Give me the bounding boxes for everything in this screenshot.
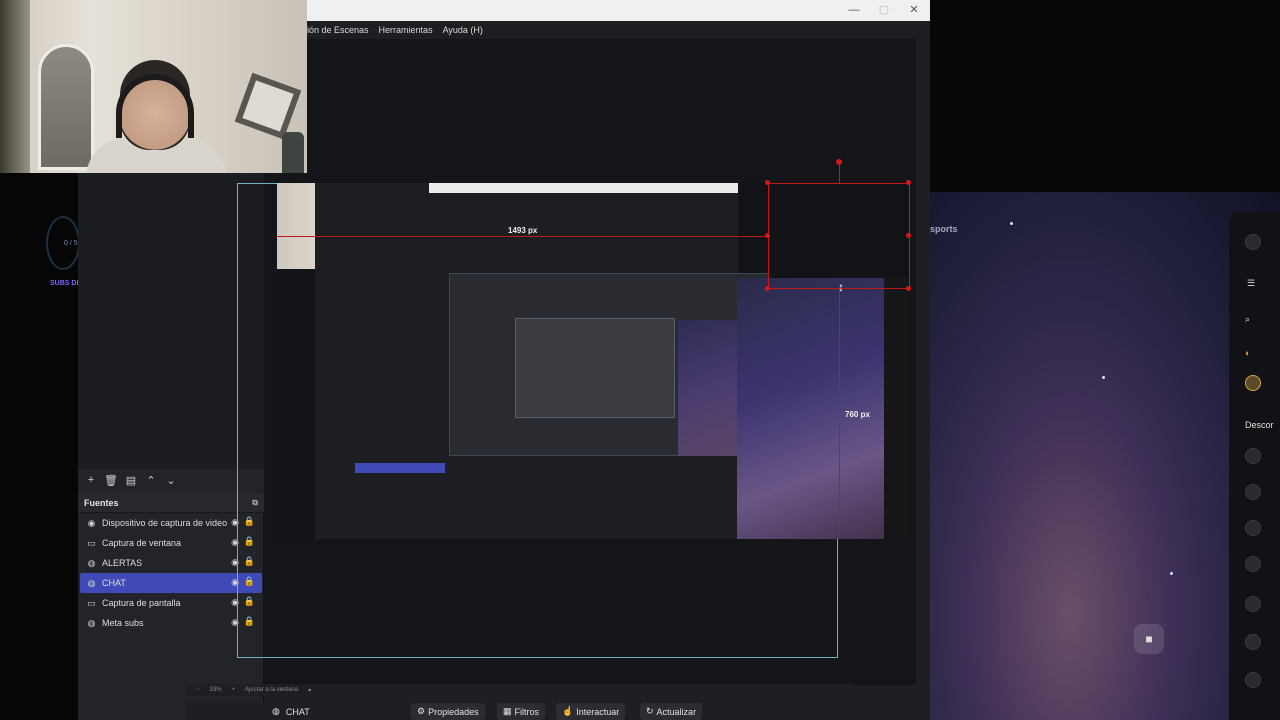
title-bar: — ▢ ✕ [307, 0, 930, 21]
avatar[interactable] [1245, 484, 1261, 500]
source-label: ALERTAS [102, 558, 143, 568]
zoom-level: 33% [209, 687, 222, 693]
avatar[interactable] [1245, 520, 1261, 536]
avatar[interactable] [1245, 596, 1261, 612]
properties-icon[interactable]: ▤ [124, 473, 138, 487]
filter-icon: ▦ [503, 706, 512, 716]
minimize-button[interactable]: — [844, 3, 864, 17]
selected-source: ◍ CHAT [272, 703, 310, 720]
avatar[interactable] [1245, 234, 1261, 250]
zoom-bar: − 33% + Ajustar a la ventana ▾ [186, 684, 852, 696]
avatar[interactable] [1245, 672, 1261, 688]
resize-handle[interactable] [906, 233, 911, 238]
chevron-down-icon[interactable]: ⌄ [164, 473, 178, 487]
filters-button[interactable]: ▦ Filtros [497, 703, 546, 720]
source-label: Captura de pantalla [102, 598, 181, 608]
monitor-icon: ▭ [87, 597, 96, 608]
nested-preview-inner [515, 318, 675, 418]
source-label: Meta subs [102, 618, 144, 628]
height-measurement: 760 px [845, 410, 870, 419]
right-user-panel[interactable]: ☰ ⌕ ◐ Descor [1229, 212, 1280, 720]
source-item-alerts[interactable]: ◍ ALERTAS ◉ 🔒 [80, 553, 262, 573]
source-item-video-capture[interactable]: ◉ Dispositivo de captura de video ◉ 🔒 [80, 513, 262, 533]
search-icon[interactable]: ⌕ [1245, 314, 1250, 325]
discover-label: Descor [1245, 420, 1274, 430]
source-item-meta-subs[interactable]: ◍ Meta subs ◉ 🔒 [80, 613, 262, 633]
source-item-chat[interactable]: ◍ CHAT ◉ 🔒 [80, 573, 262, 593]
source-item-screen-capture[interactable]: ▭ Captura de pantalla ◉ 🔒 [80, 593, 262, 613]
sports-label: sports [930, 224, 958, 234]
selected-source-label: CHAT [285, 706, 310, 717]
nested-source-list [355, 433, 445, 513]
rotate-handle-line [839, 164, 840, 184]
resize-cursor-icon: ↕ [838, 280, 844, 294]
width-measurement: 1493 px [508, 226, 538, 235]
chevron-up-icon[interactable]: ⌃ [144, 473, 158, 487]
resize-handle[interactable] [765, 286, 770, 291]
source-label: Dispositivo de captura de video [102, 518, 228, 528]
interact-icon: ☝ [562, 706, 574, 716]
source-list: ◉ Dispositivo de captura de video ◉ 🔒 ▭ … [80, 513, 262, 633]
properties-label: Propiedades [428, 706, 479, 717]
menu-bar: ión de Escenas Herramientas Ayuda (H) [307, 21, 930, 39]
menu-item-tools[interactable]: Herramientas [379, 25, 433, 35]
video-camera-icon[interactable]: ■ [1134, 624, 1164, 654]
zoom-in-icon[interactable]: + [232, 687, 236, 693]
globe-icon: ◍ [87, 577, 96, 588]
avatar[interactable] [1245, 375, 1261, 391]
resize-handle[interactable] [906, 180, 911, 185]
selection-border-top [768, 183, 910, 184]
avatar[interactable] [1245, 448, 1261, 464]
add-icon[interactable]: + [84, 473, 98, 487]
resize-handle[interactable] [906, 286, 911, 291]
source-label: Captura de ventana [102, 538, 182, 548]
chevron-down-icon[interactable]: ▾ [308, 687, 311, 694]
subs-value: 0 / 5 [64, 240, 78, 247]
window-icon: ▭ [87, 537, 96, 548]
avatar[interactable] [1245, 634, 1261, 650]
source-label: CHAT [102, 578, 126, 588]
interact-label: Interactuar [576, 706, 620, 717]
menu-item-help[interactable]: Ayuda (H) [443, 25, 483, 35]
subs-label: SUBS DE [50, 280, 82, 287]
gear-icon: ⚙ [417, 706, 426, 716]
leaderboard-icon: ◐ [1245, 348, 1251, 358]
globe-icon: ◍ [87, 557, 96, 568]
list-icon[interactable]: ☰ [1247, 278, 1255, 289]
resize-handle[interactable] [765, 233, 770, 238]
resize-handle[interactable] [765, 180, 770, 185]
refresh-icon: ↻ [646, 706, 654, 716]
maximize-button[interactable]: ▢ [874, 3, 894, 17]
camera-icon: ◉ [87, 517, 96, 528]
globe-icon: ◍ [87, 617, 96, 628]
screen: sports ☰ ⌕ ◐ Descor ■ 0 / 5 SUBS DE — ▢ … [0, 0, 1280, 720]
height-guide-line [839, 290, 840, 539]
width-guide-line [277, 236, 768, 237]
interact-button[interactable]: ☝ Interactuar [556, 703, 626, 720]
sources-title: Fuentes [84, 497, 119, 508]
rotate-handle[interactable] [836, 159, 842, 165]
avatar[interactable] [1245, 556, 1261, 572]
refresh-label: Actualizar [656, 706, 697, 717]
properties-button[interactable]: ⚙ Propiedades [411, 703, 485, 720]
trash-icon[interactable]: 🗑 [104, 473, 118, 487]
menu-item-scene-collection[interactable]: ión de Escenas [307, 25, 369, 35]
nested-title-bar [429, 183, 738, 193]
webcam-overlay [0, 0, 307, 173]
zoom-out-icon[interactable]: − [196, 687, 200, 693]
right-dark-area [930, 0, 1280, 192]
zoom-fit-select[interactable]: Ajustar a la ventana [245, 687, 298, 693]
source-item-window-capture[interactable]: ▭ Captura de ventana ◉ 🔒 [80, 533, 262, 553]
refresh-button[interactable]: ↻ Actualizar [640, 703, 703, 720]
filters-label: Filtros [514, 706, 540, 717]
chat-source-capture [737, 278, 910, 539]
globe-icon: ◍ [272, 706, 280, 716]
space-background [930, 192, 1280, 720]
close-button[interactable]: ✕ [904, 3, 924, 17]
